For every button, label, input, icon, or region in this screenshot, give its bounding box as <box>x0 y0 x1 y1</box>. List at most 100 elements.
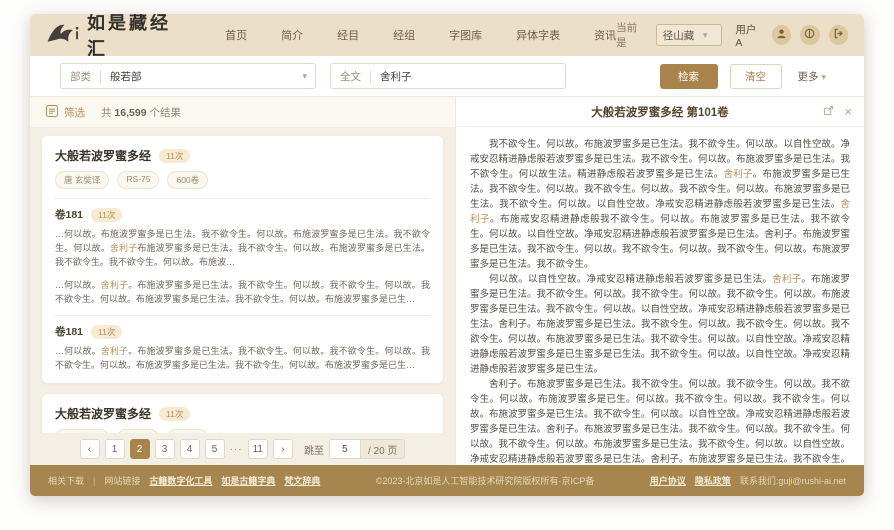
jump-to-label: 跳至 <box>304 442 324 457</box>
more-label: 更多 <box>798 71 819 83</box>
filter-icon[interactable] <box>46 105 58 120</box>
close-reader-button[interactable]: × <box>844 105 852 118</box>
search-bar: 部类 般若部 ▾ 全文 检索 清空 更多 ▾ <box>30 56 864 96</box>
footer-left: 相关下载 | 网站链接 古籍数字化工具 如是古籍字典 梵文辞典 <box>48 474 320 487</box>
clear-button[interactable]: 清空 <box>730 64 782 89</box>
search-actions: 检索 清空 更多 ▾ <box>660 64 834 89</box>
top-bar: 如是藏经汇 首页 简介 经目 经组 字图库 异体字表 资讯 当前是 径山藏 ▾ … <box>30 14 864 56</box>
ancient-dictionary-link[interactable]: 如是古籍字典 <box>221 474 275 487</box>
category-label: 部类 <box>61 69 100 84</box>
site-title: 如是藏经汇 <box>87 14 189 61</box>
match-snippet[interactable]: …何以故。舍利子。布施波罗蜜多是已生法。我不欲令生。何以故。我不欲令生。何以故。… <box>55 344 430 372</box>
page-button-last[interactable]: 11 <box>248 439 268 459</box>
reader-header: 大般若波罗蜜多经 第101卷 × <box>456 97 864 127</box>
privacy-policy-link[interactable]: 隐私政策 <box>695 474 731 487</box>
jump-page-input[interactable] <box>330 440 360 458</box>
nav-item-intro[interactable]: 简介 <box>281 27 303 43</box>
user-profile-button[interactable] <box>772 25 791 45</box>
card-header: 大般若波罗蜜多经 11次 <box>55 405 430 422</box>
count-value: 16,599 <box>114 107 146 119</box>
sutra-paragraph: 舍利子。布施波罗蜜多是已生法。我不欲令生。何以故。我不欲令生。何以故。我不欲令生… <box>470 377 850 465</box>
sanskrit-dictionary-link[interactable]: 梵文辞典 <box>284 474 320 487</box>
page-button-3[interactable]: 3 <box>155 439 175 459</box>
match-section: 卷181 11次 …何以故。舍利子。布施波罗蜜多是已生法。我不欲令生。何以故。我… <box>55 315 430 372</box>
reader-panel: 大般若波罗蜜多经 第101卷 × 我不欲令生。何以故。布施波罗蜜多是已生法。我不… <box>455 97 864 465</box>
pagination: ‹ 1 2 3 4 5 ··· 11 › 跳至 / 20 页 <box>30 433 455 465</box>
coin-button[interactable] <box>800 25 819 45</box>
username-label: 用户A <box>735 22 762 49</box>
chevron-down-icon: ▾ <box>703 30 716 41</box>
coin-icon <box>804 28 815 42</box>
top-right-controls: 当前是 径山藏 ▾ 用户A <box>616 20 848 50</box>
tag-translator: 唐 玄奘译 <box>55 171 109 189</box>
chevron-down-icon: ▾ <box>302 71 315 82</box>
match-snippet[interactable]: …何以故。舍利子。布施波罗蜜多是已生法。我不欲令生。何以故。我不欲令生。何以故。… <box>55 278 430 306</box>
copyright-text: ©2023-北京如是人工智能技术研究院版权所有·京ICP备 <box>320 474 649 487</box>
related-downloads-link[interactable]: 相关下载 <box>48 474 84 487</box>
nav-item-home[interactable]: 首页 <box>225 27 247 43</box>
match-count-badge: 11次 <box>91 208 122 222</box>
page-button-1[interactable]: 1 <box>105 439 125 459</box>
user-agreement-link[interactable]: 用户协议 <box>650 474 686 487</box>
total-pages-label: / 20 页 <box>360 440 404 458</box>
site-links-label: 网站链接 <box>104 474 140 487</box>
prev-page-button[interactable]: ‹ <box>80 439 100 459</box>
match-snippet[interactable]: …何以故。布施波罗蜜多是已生法。我不欲令生。何以故。布施波罗蜜多是已生法。我不欲… <box>55 227 430 269</box>
canon-select-value: 径山藏 <box>663 28 695 43</box>
category-value: 般若部 <box>101 69 302 84</box>
close-icon: × <box>844 105 852 118</box>
canon-select[interactable]: 径山藏 ▾ <box>656 24 723 46</box>
volume-label[interactable]: 卷181 <box>55 324 83 339</box>
open-full-view-button[interactable] <box>823 105 834 118</box>
match-count-badge: 11次 <box>159 149 190 163</box>
count-prefix: 共 <box>101 107 112 119</box>
nav-item-variant-table[interactable]: 异体字表 <box>516 27 560 43</box>
volume-row: 卷181 11次 <box>55 324 430 339</box>
tag-row: 唐 玄奘译 RS-75 600卷 <box>55 171 430 189</box>
nav-item-groups[interactable]: 经组 <box>393 27 415 43</box>
reader-tools: × <box>823 97 852 126</box>
match-count-badge: 11次 <box>159 407 190 421</box>
app-window: 如是藏经汇 首页 简介 经目 经组 字图库 异体字表 资讯 当前是 径山藏 ▾ … <box>30 14 864 496</box>
search-button[interactable]: 检索 <box>660 64 718 89</box>
fulltext-field: 全文 <box>330 63 566 89</box>
user-icon <box>776 28 787 42</box>
category-select[interactable]: 部类 般若部 ▾ <box>60 63 316 89</box>
more-button[interactable]: 更多 ▾ <box>798 69 834 84</box>
result-count: 共 16,599 个结果 <box>101 105 181 120</box>
result-card: 大般若波罗蜜多经 11次 唐 玄奘译 RS-75 600卷 卷181 11次 …… <box>42 136 443 383</box>
page-button-5[interactable]: 5 <box>205 439 225 459</box>
results-panel: 筛选 共 16,599 个结果 大般若波罗蜜多经 11次 唐 玄奘译 RS <box>30 97 455 465</box>
tag-volume-count: 600卷 <box>167 171 208 189</box>
fulltext-input[interactable] <box>371 70 565 82</box>
nav-item-catalog[interactable]: 经目 <box>337 27 359 43</box>
page-button-2-active[interactable]: 2 <box>130 439 150 459</box>
chevron-down-icon: ▾ <box>821 72 834 82</box>
count-suffix: 个结果 <box>149 107 181 119</box>
sutra-title[interactable]: 大般若波罗蜜多经 <box>55 405 151 422</box>
expand-icon <box>823 105 834 118</box>
volume-label[interactable]: 卷181 <box>55 207 83 222</box>
logout-icon <box>833 28 844 42</box>
main-nav: 首页 简介 经目 经组 字图库 异体字表 资讯 <box>225 27 616 43</box>
nav-item-glyph-library[interactable]: 字图库 <box>449 27 482 43</box>
digitization-tool-link[interactable]: 古籍数字化工具 <box>149 474 212 487</box>
reader-body[interactable]: 我不欲令生。何以故。布施波罗蜜多是已生法。我不欲令生。何以故。以自性空故。净戒安… <box>456 127 864 465</box>
reader-title: 大般若波罗蜜多经 第101卷 <box>591 104 728 120</box>
logout-button[interactable] <box>829 25 848 45</box>
jump-group: / 20 页 <box>329 439 405 459</box>
result-card-list[interactable]: 大般若波罗蜜多经 11次 唐 玄奘译 RS-75 600卷 卷181 11次 …… <box>30 127 455 433</box>
sutra-paragraph: 何以故。以自性空故。净戒安忍精进静虑般若波罗蜜多是已生法。舍利子。布施波罗蜜多是… <box>470 272 850 377</box>
current-canon-label: 当前是 <box>616 20 647 50</box>
footer: 相关下载 | 网站链接 古籍数字化工具 如是古籍字典 梵文辞典 ©2023-北京… <box>30 465 864 496</box>
brand-logo[interactable]: 如是藏经汇 <box>46 14 189 61</box>
page-button-4[interactable]: 4 <box>180 439 200 459</box>
filter-toggle[interactable]: 筛选 <box>64 105 85 120</box>
next-page-button[interactable]: › <box>273 439 293 459</box>
contact-email: 联系我们:guji@rushi-ai.net <box>740 474 846 487</box>
pagination-ellipsis: ··· <box>230 444 243 455</box>
footer-right: 用户协议 隐私政策 联系我们:guji@rushi-ai.net <box>650 474 846 487</box>
sutra-title[interactable]: 大般若波罗蜜多经 <box>55 147 151 164</box>
nav-item-news[interactable]: 资讯 <box>594 27 616 43</box>
result-card: 大般若波罗蜜多经 11次 唐 玄奘译 RS-75 600卷 卷181 11次 …… <box>42 394 443 433</box>
